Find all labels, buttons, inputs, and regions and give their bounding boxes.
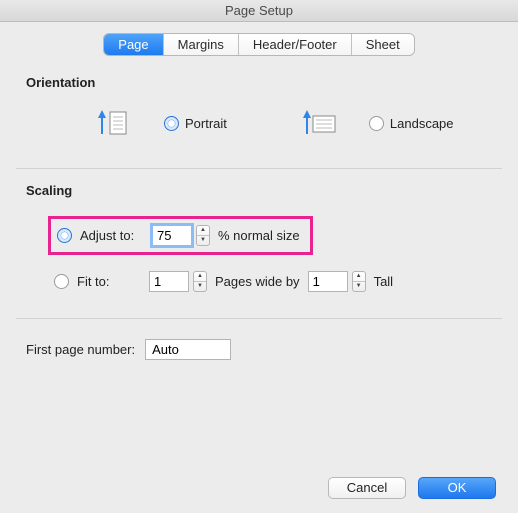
portrait-icon (96, 108, 134, 138)
fit-wide-stepper[interactable]: ▲▼ (193, 271, 207, 292)
tab-bar: Page Margins Header/Footer Sheet (16, 34, 502, 55)
landscape-label: Landscape (390, 116, 454, 131)
tab-margins[interactable]: Margins (164, 34, 239, 55)
window-title: Page Setup (0, 0, 518, 22)
adjust-suffix: % normal size (218, 228, 300, 243)
adjust-radio[interactable] (57, 228, 72, 243)
fit-wide-input[interactable] (149, 271, 189, 292)
first-page-label: First page number: (26, 342, 135, 357)
fit-tall-input[interactable] (308, 271, 348, 292)
tab-sheet[interactable]: Sheet (352, 34, 414, 55)
landscape-radio[interactable] (369, 116, 384, 131)
fit-radio[interactable] (54, 274, 69, 289)
divider (16, 168, 502, 169)
cancel-button[interactable]: Cancel (328, 477, 406, 499)
fit-tall-label: Tall (374, 274, 394, 289)
divider-2 (16, 318, 502, 319)
tab-page[interactable]: Page (104, 34, 163, 55)
tab-header-footer[interactable]: Header/Footer (239, 34, 352, 55)
first-page-input[interactable] (145, 339, 231, 360)
adjust-input[interactable] (152, 225, 192, 246)
orientation-heading: Orientation (26, 75, 502, 90)
fit-mid-label: Pages wide by (215, 274, 300, 289)
adjust-label: Adjust to: (80, 228, 144, 243)
adjust-highlight: Adjust to: ▲▼ % normal size (48, 216, 313, 255)
landscape-icon (301, 108, 339, 138)
portrait-radio[interactable] (164, 116, 179, 131)
fit-tall-stepper[interactable]: ▲▼ (352, 271, 366, 292)
ok-button[interactable]: OK (418, 477, 496, 499)
adjust-stepper[interactable]: ▲▼ (196, 225, 210, 246)
portrait-label: Portrait (185, 116, 227, 131)
fit-label: Fit to: (77, 274, 141, 289)
scaling-heading: Scaling (26, 183, 502, 198)
